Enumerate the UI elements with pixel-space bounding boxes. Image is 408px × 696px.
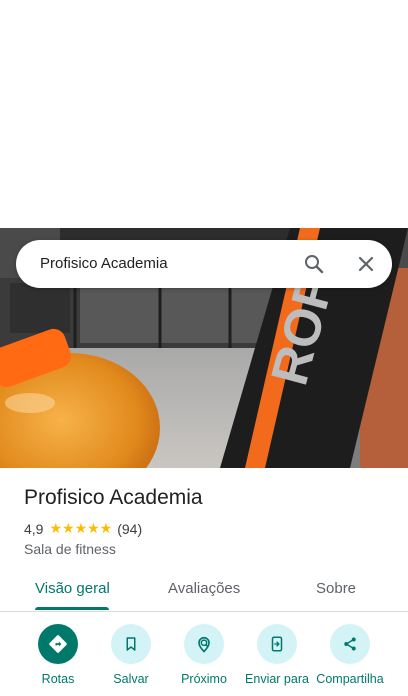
tab-bar: Visão geral Avaliações Sobre <box>0 572 408 612</box>
rating-row[interactable]: 4,9 ★★★★★ (94) <box>24 520 142 537</box>
active-tab-indicator <box>35 607 109 610</box>
place-category: Sala de fitness <box>24 541 116 557</box>
star-rating-icon: ★★★★★ <box>49 520 113 536</box>
tab-reviews[interactable]: Avaliações <box>168 580 240 597</box>
nearby-icon <box>184 624 224 664</box>
save-label: Salvar <box>113 672 149 686</box>
close-icon[interactable] <box>354 252 378 276</box>
directions-label: Rotas <box>41 672 75 686</box>
search-input[interactable]: Profisico Academia <box>40 255 168 272</box>
send-to-phone-label: Enviar para <box>245 672 309 686</box>
bookmark-icon <box>111 624 151 664</box>
search-icon[interactable] <box>302 252 326 276</box>
tab-divider <box>0 611 408 612</box>
share-button[interactable]: Compartilha <box>312 624 388 686</box>
rating-value: 4,9 <box>24 520 44 537</box>
save-button[interactable]: Salvar <box>93 624 169 686</box>
nearby-label: Próximo <box>181 672 227 686</box>
send-to-phone-button[interactable]: Enviar para <box>239 624 315 686</box>
directions-icon <box>38 624 78 664</box>
share-icon <box>330 624 370 664</box>
review-count[interactable]: (94) <box>117 521 142 537</box>
directions-button[interactable]: Rotas <box>20 624 96 686</box>
search-bar[interactable]: Profisico Academia <box>16 240 392 288</box>
action-bar: Rotas Salvar Próximo Enviar para Compart… <box>0 624 408 696</box>
tab-about[interactable]: Sobre <box>316 580 356 597</box>
send-to-phone-icon <box>257 624 297 664</box>
tab-overview[interactable]: Visão geral <box>35 580 110 597</box>
nearby-button[interactable]: Próximo <box>166 624 242 686</box>
share-label: Compartilha <box>316 672 384 686</box>
place-title: Profisico Academia <box>24 486 203 509</box>
